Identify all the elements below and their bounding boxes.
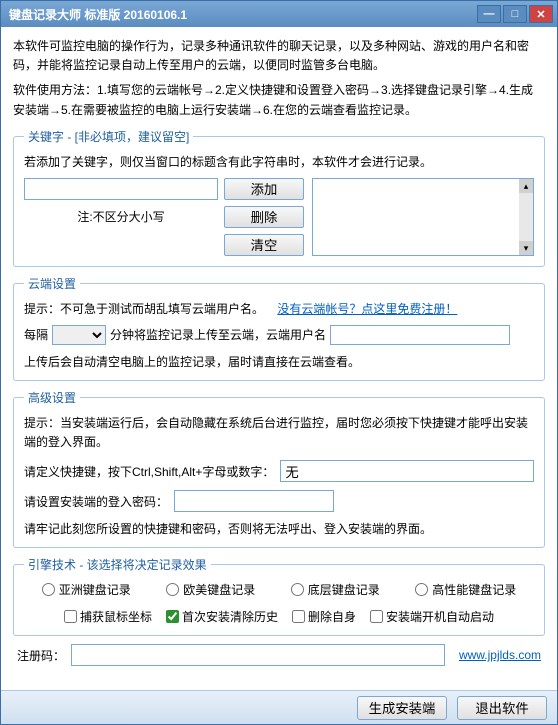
interval-select[interactable] — [52, 325, 106, 345]
advanced-group: 高级设置 提示：当安装端运行后，会自动隐藏在系统后台进行监控，届时您必须按下快捷… — [13, 389, 545, 548]
register-link[interactable]: 没有云端帐号？点这里免费注册！ — [277, 302, 457, 316]
check-option-1[interactable]: 首次安装清除历史 — [166, 608, 278, 625]
hotkey-input[interactable] — [280, 460, 534, 482]
check-box[interactable] — [166, 610, 179, 623]
password-input[interactable] — [174, 490, 334, 512]
cloud-group: 云端设置 提示：不可急于测试而胡乱填写云端用户名。 没有云端帐号？点这里免费注册… — [13, 275, 545, 381]
keyword-input[interactable] — [24, 178, 218, 200]
hotkey-label: 请定义快捷键，按下Ctrl,Shift,Alt+字母或数字： — [24, 463, 274, 480]
engine-radio[interactable] — [166, 583, 179, 596]
keyword-group: 关键字 - [非必填项，建议留空] 若添加了关键字，则仅当窗口的标题含有此字符串… — [13, 128, 545, 267]
website-link[interactable]: www.jpjlds.com — [459, 648, 541, 662]
cloud-username-input[interactable] — [330, 325, 510, 345]
advanced-hint: 提示：当安装端运行后，会自动隐藏在系统后台进行监控，届时您必须按下快捷键才能呼出… — [24, 414, 534, 452]
advanced-legend: 高级设置 — [24, 389, 80, 406]
engine-option-3[interactable]: 高性能键盘记录 — [415, 581, 516, 598]
window-title: 键盘记录大师 标准版 20160106.1 — [9, 6, 475, 23]
check-box[interactable] — [64, 610, 77, 623]
minimize-button[interactable]: ― — [477, 5, 501, 23]
exit-button[interactable]: 退出软件 — [457, 696, 547, 720]
engine-legend: 引擎技术 - 该选择将决定记录效果 — [24, 556, 211, 573]
build-button[interactable]: 生成安装端 — [357, 696, 447, 720]
scrollbar[interactable]: ▴▾ — [519, 179, 533, 255]
cloud-hint-text: 提示：不可急于测试而胡乱填写云端用户名。 — [24, 302, 264, 316]
engine-option-0[interactable]: 亚洲键盘记录 — [42, 581, 131, 598]
reg-input[interactable] — [71, 644, 445, 666]
add-button[interactable]: 添加 — [224, 178, 304, 200]
engine-radio[interactable] — [42, 583, 55, 596]
check-option-3[interactable]: 安装端开机自动启动 — [370, 608, 494, 625]
check-option-0[interactable]: 捕获鼠标坐标 — [64, 608, 152, 625]
clear-button[interactable]: 清空 — [224, 234, 304, 256]
keyword-hint: 若添加了关键字，则仅当窗口的标题含有此字符串时，本软件才会进行记录。 — [24, 153, 534, 170]
intro-text: 本软件可监控电脑的操作行为，记录多种通讯软件的聊天记录，以及多种网站、游戏的用户… — [13, 37, 545, 75]
interval-suffix: 分钟将监控记录上传至云端，云端用户名 — [110, 326, 326, 343]
engine-group: 引擎技术 - 该选择将决定记录效果 亚洲键盘记录 欧美键盘记录 底层键盘记录 高性能键… — [13, 556, 545, 636]
keyword-legend: 关键字 - [非必填项，建议留空] — [24, 128, 193, 145]
maximize-button[interactable]: □ — [503, 5, 527, 23]
keyword-list[interactable]: ▴▾ — [312, 178, 534, 256]
password-label: 请设置安装端的登入密码： — [24, 493, 168, 510]
upload-note: 上传后会自动清空电脑上的监控记录，届时请直接在云端查看。 — [24, 353, 534, 370]
delete-button[interactable]: 删除 — [224, 206, 304, 228]
usage-text: 软件使用方法：1.填写您的云端帐号→2.定义快捷键和设置登入密码→3.选择键盘记… — [13, 81, 545, 119]
cloud-legend: 云端设置 — [24, 275, 80, 292]
reg-label: 注册码： — [17, 647, 65, 664]
close-button[interactable]: ✕ — [529, 5, 553, 23]
footer: 生成安装端 退出软件 — [1, 690, 557, 724]
remember-note: 请牢记此刻您所设置的快捷键和密码，否则将无法呼出、登入安装端的界面。 — [24, 520, 534, 537]
engine-radio[interactable] — [291, 583, 304, 596]
check-box[interactable] — [370, 610, 383, 623]
interval-prefix: 每隔 — [24, 326, 48, 343]
engine-option-1[interactable]: 欧美键盘记录 — [166, 581, 255, 598]
check-box[interactable] — [292, 610, 305, 623]
engine-radio[interactable] — [415, 583, 428, 596]
check-option-2[interactable]: 删除自身 — [292, 608, 356, 625]
keyword-note: 注:不区分大小写 — [24, 208, 218, 225]
titlebar: 键盘记录大师 标准版 20160106.1 ― □ ✕ — [1, 1, 557, 27]
engine-option-2[interactable]: 底层键盘记录 — [291, 581, 380, 598]
